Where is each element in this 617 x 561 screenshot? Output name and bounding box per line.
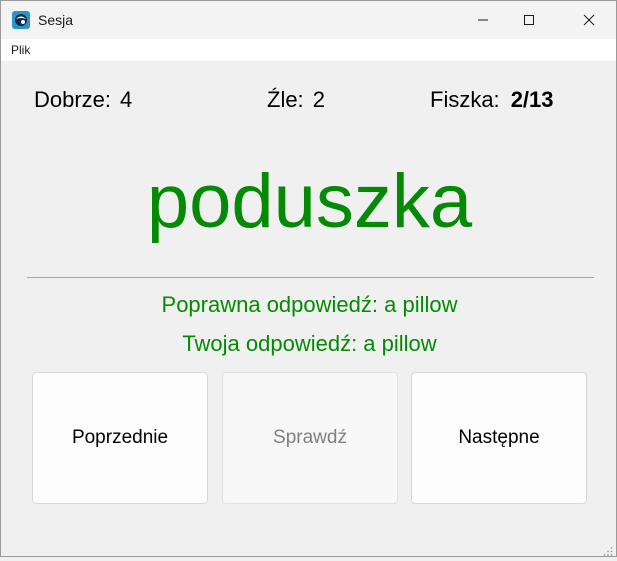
app-icon	[12, 11, 30, 29]
correct-count: Dobrze: 4	[34, 87, 132, 113]
title-bar[interactable]: Sesja	[1, 1, 616, 39]
correct-count-value: 4	[120, 87, 133, 112]
correct-count-label: Dobrze:	[34, 87, 112, 112]
flashcard-word: poduszka	[146, 159, 473, 244]
wrong-count: Źle: 2	[267, 87, 325, 113]
correct-answer-text: Poprawna odpowiedź: a pillow	[161, 292, 458, 317]
minimize-button[interactable]	[460, 1, 506, 39]
session-window: Sesja Plik Dobrze: 4 Źle: 2 Fiszka: 2/13 po…	[0, 0, 617, 557]
window-title: Sesja	[38, 12, 74, 28]
wrong-count-value: 2	[312, 87, 325, 112]
minimize-icon	[478, 19, 488, 21]
close-icon	[583, 14, 595, 26]
maximize-button[interactable]	[506, 1, 552, 39]
card-progress-value: 2/13	[510, 87, 554, 112]
maximize-icon	[524, 15, 534, 25]
card-progress: Fiszka: 2/13	[430, 87, 554, 113]
divider	[27, 277, 594, 278]
user-answer-text: Twoja odpowiedź: a pillow	[182, 331, 437, 356]
menu-bar: Plik	[1, 39, 616, 61]
close-button[interactable]	[566, 1, 612, 39]
card-progress-label: Fiszka:	[430, 87, 500, 112]
resize-grip-icon[interactable]	[603, 543, 613, 556]
wrong-count-label: Źle:	[267, 87, 304, 112]
check-button[interactable]: Sprawdź	[222, 372, 398, 504]
menu-item-file[interactable]: Plik	[11, 43, 30, 57]
previous-button[interactable]: Poprzednie	[32, 372, 208, 504]
next-button[interactable]: Następne	[411, 372, 587, 504]
